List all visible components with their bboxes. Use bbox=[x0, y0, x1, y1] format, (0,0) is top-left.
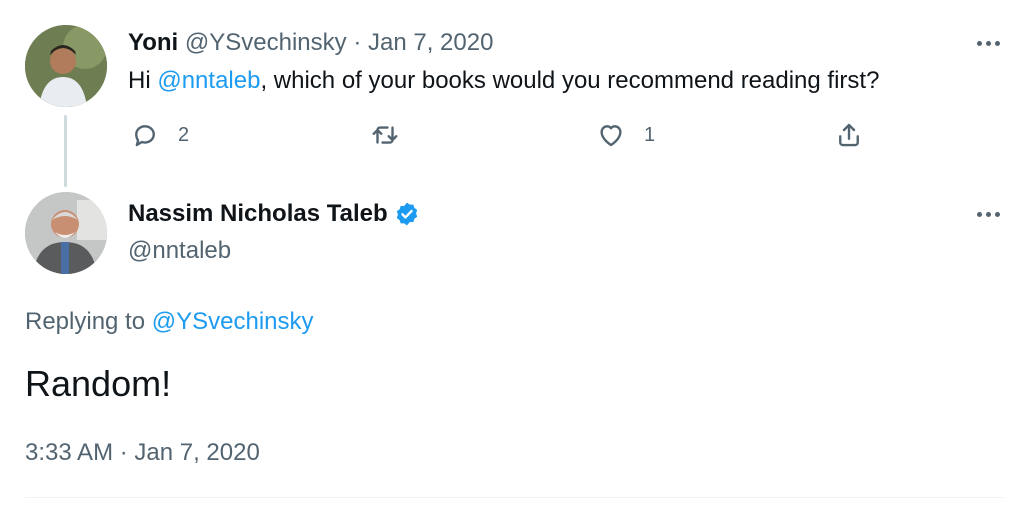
like-button[interactable]: 1 bbox=[596, 120, 655, 150]
reply-count: 2 bbox=[178, 123, 190, 146]
replying-to-link[interactable]: @YSvechinsky bbox=[152, 308, 314, 335]
author-display-name[interactable]: Nassim Nicholas Taleb bbox=[128, 198, 388, 230]
parent-date[interactable]: Jan 7, 2020 bbox=[368, 29, 493, 56]
tweet-thread: Yoni @YSvechinsky · Jan 7, 2020 Hi @nnta… bbox=[0, 0, 1024, 513]
retweet-icon bbox=[372, 126, 398, 144]
parent-display-name[interactable]: Yoni bbox=[128, 29, 178, 56]
more-icon bbox=[977, 40, 982, 46]
reply-icon bbox=[135, 125, 155, 147]
parent-handle[interactable]: @YSvechinsky bbox=[185, 29, 347, 56]
share-icon bbox=[839, 123, 859, 147]
reply-button[interactable]: 2 bbox=[130, 120, 189, 150]
avatar-nntaleb[interactable] bbox=[25, 192, 107, 274]
thread-connector-line bbox=[64, 115, 67, 187]
main-tweet-text: Random! bbox=[25, 363, 172, 404]
parent-text-prefix: Hi bbox=[128, 67, 158, 94]
share-button[interactable] bbox=[834, 120, 864, 150]
more-icon bbox=[977, 211, 982, 217]
parent-tweet-text: Hi @nntaleb, which of your books would y… bbox=[128, 66, 879, 96]
parent-tweet-actions: 2 1 bbox=[128, 120, 868, 152]
author-name-row: Nassim Nicholas Taleb bbox=[128, 198, 420, 230]
retweet-button[interactable] bbox=[370, 120, 400, 150]
divider bbox=[25, 497, 1004, 498]
tweet-timestamp[interactable]: 3:33 AM · Jan 7, 2020 bbox=[25, 437, 260, 469]
replying-prefix: Replying to bbox=[25, 308, 152, 335]
replying-to-line: Replying to @YSvechinsky bbox=[25, 307, 314, 337]
header-separator: · bbox=[353, 29, 362, 56]
more-options-button[interactable] bbox=[977, 33, 1000, 53]
more-options-button-main[interactable] bbox=[977, 204, 1000, 224]
parent-tweet-header: Yoni @YSvechinsky · Jan 7, 2020 bbox=[128, 28, 493, 58]
like-count: 1 bbox=[644, 123, 656, 146]
like-icon bbox=[600, 125, 622, 147]
author-handle[interactable]: @nntaleb bbox=[128, 236, 231, 266]
avatar-yoni[interactable] bbox=[25, 25, 107, 107]
mention-link[interactable]: @nntaleb bbox=[157, 67, 260, 94]
parent-text-suffix: , which of your books would you recommen… bbox=[260, 67, 880, 94]
verified-badge-icon[interactable] bbox=[394, 201, 420, 227]
